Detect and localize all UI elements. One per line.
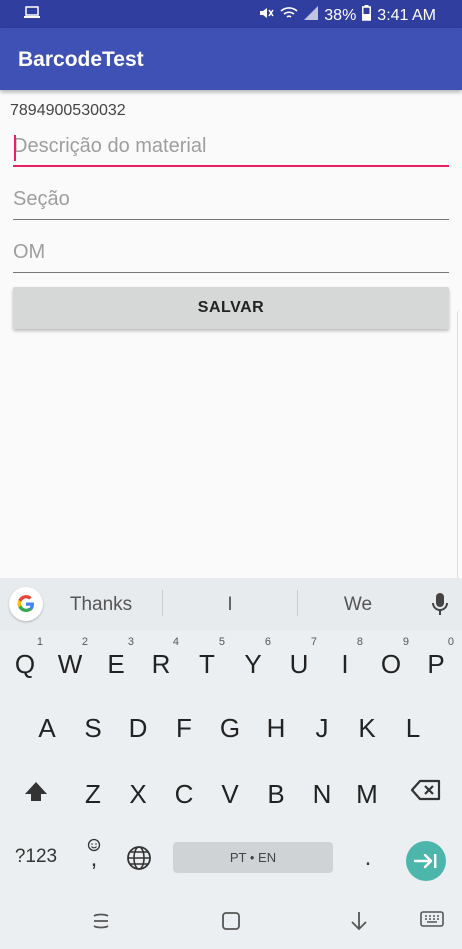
barcode-value: 7894900530032	[10, 102, 126, 119]
space-bar[interactable]: PT • EN	[173, 842, 333, 873]
key-w[interactable]: W2	[50, 636, 90, 690]
battery-percent: 38%	[324, 6, 357, 24]
key-label: R	[151, 649, 171, 679]
key-label: P	[427, 649, 445, 679]
key-number: 4	[172, 636, 179, 648]
key-number: 5	[218, 636, 225, 648]
key-f[interactable]: F	[164, 702, 204, 754]
key-x[interactable]: X	[118, 768, 158, 820]
status-bar: 38% 3:41 AM	[0, 0, 462, 28]
key-r[interactable]: R4	[141, 636, 181, 690]
keyboard-icon[interactable]	[420, 910, 444, 935]
section-field[interactable]	[13, 180, 449, 220]
key-i[interactable]: I8	[325, 636, 365, 690]
key-v[interactable]: V	[210, 768, 250, 820]
wifi-icon	[280, 5, 298, 26]
suggestion-divider	[297, 590, 298, 616]
key-number: 0	[447, 636, 454, 648]
key-m[interactable]: M	[347, 768, 387, 820]
signal-icon	[304, 6, 319, 25]
key-number: 6	[264, 636, 271, 648]
description-field[interactable]	[13, 127, 449, 167]
app-bar: BarcodeTest	[0, 28, 462, 90]
app-title: BarcodeTest	[18, 48, 144, 71]
enter-button[interactable]	[406, 841, 446, 881]
clock: 3:41 AM	[377, 6, 436, 24]
key-number: 3	[127, 636, 134, 648]
key-l[interactable]: L	[393, 702, 433, 754]
globe-icon[interactable]	[125, 845, 153, 873]
key-label: I	[341, 649, 349, 679]
keyboard: Thanks I We Q1 W2 E3 R4 T5 Y6 U7 I8 O9 P…	[0, 578, 462, 949]
key-number: 9	[402, 636, 409, 648]
home-icon[interactable]	[220, 910, 242, 937]
key-q[interactable]: Q1	[5, 636, 45, 690]
key-number: 2	[81, 636, 88, 648]
key-e[interactable]: E3	[96, 636, 136, 690]
save-button[interactable]: SALVAR	[13, 287, 449, 329]
key-p[interactable]: P0	[416, 636, 456, 690]
key-d[interactable]: D	[118, 702, 158, 754]
om-field[interactable]	[13, 233, 449, 273]
comma-label: ,	[90, 845, 98, 872]
shift-icon[interactable]	[18, 778, 54, 814]
key-label: W	[57, 649, 83, 679]
key-y[interactable]: Y6	[233, 636, 273, 690]
mute-icon	[258, 5, 274, 26]
backspace-icon[interactable]	[406, 778, 446, 810]
symbols-key[interactable]: ?123	[8, 846, 64, 872]
key-label: Y	[244, 649, 262, 679]
back-icon[interactable]	[348, 910, 370, 937]
key-t[interactable]: T5	[187, 636, 227, 690]
key-label: T	[199, 649, 215, 679]
key-j[interactable]: J	[302, 702, 342, 754]
key-c[interactable]: C	[164, 768, 204, 820]
key-g[interactable]: G	[210, 702, 250, 754]
mic-icon[interactable]	[430, 592, 450, 618]
status-icons: 38% 3:41 AM	[258, 5, 436, 26]
key-label: U	[289, 649, 309, 679]
recent-apps-icon[interactable]	[90, 910, 112, 937]
battery-icon	[362, 5, 372, 26]
key-number: 8	[356, 636, 363, 648]
key-label: E	[107, 649, 125, 679]
key-u[interactable]: U7	[279, 636, 319, 690]
key-h[interactable]: H	[256, 702, 296, 754]
key-number: 7	[310, 636, 317, 648]
suggestion-divider	[162, 590, 163, 616]
key-n[interactable]: N	[302, 768, 342, 820]
suggestion-2[interactable]: I	[200, 594, 260, 616]
key-z[interactable]: Z	[73, 768, 113, 820]
key-k[interactable]: K	[347, 702, 387, 754]
key-label: Q	[14, 649, 36, 679]
edge-panel-handle[interactable]	[457, 310, 462, 580]
suggestion-1[interactable]: Thanks	[58, 594, 144, 616]
enter-icon	[413, 853, 437, 869]
key-label: O	[380, 649, 402, 679]
navigation-bar	[0, 896, 462, 949]
key-s[interactable]: S	[73, 702, 113, 754]
key-number: 1	[36, 636, 43, 648]
text-cursor	[14, 135, 16, 161]
key-b[interactable]: B	[256, 768, 296, 820]
suggestion-3[interactable]: We	[328, 594, 388, 616]
key-o[interactable]: O9	[371, 636, 411, 690]
key-a[interactable]: A	[27, 702, 67, 754]
suggestion-bar: Thanks I We	[0, 578, 462, 630]
period-key[interactable]: .	[358, 844, 378, 872]
laptop-icon	[24, 6, 40, 25]
emoji-comma-key[interactable]: ,	[80, 838, 108, 878]
google-icon[interactable]	[9, 587, 43, 621]
